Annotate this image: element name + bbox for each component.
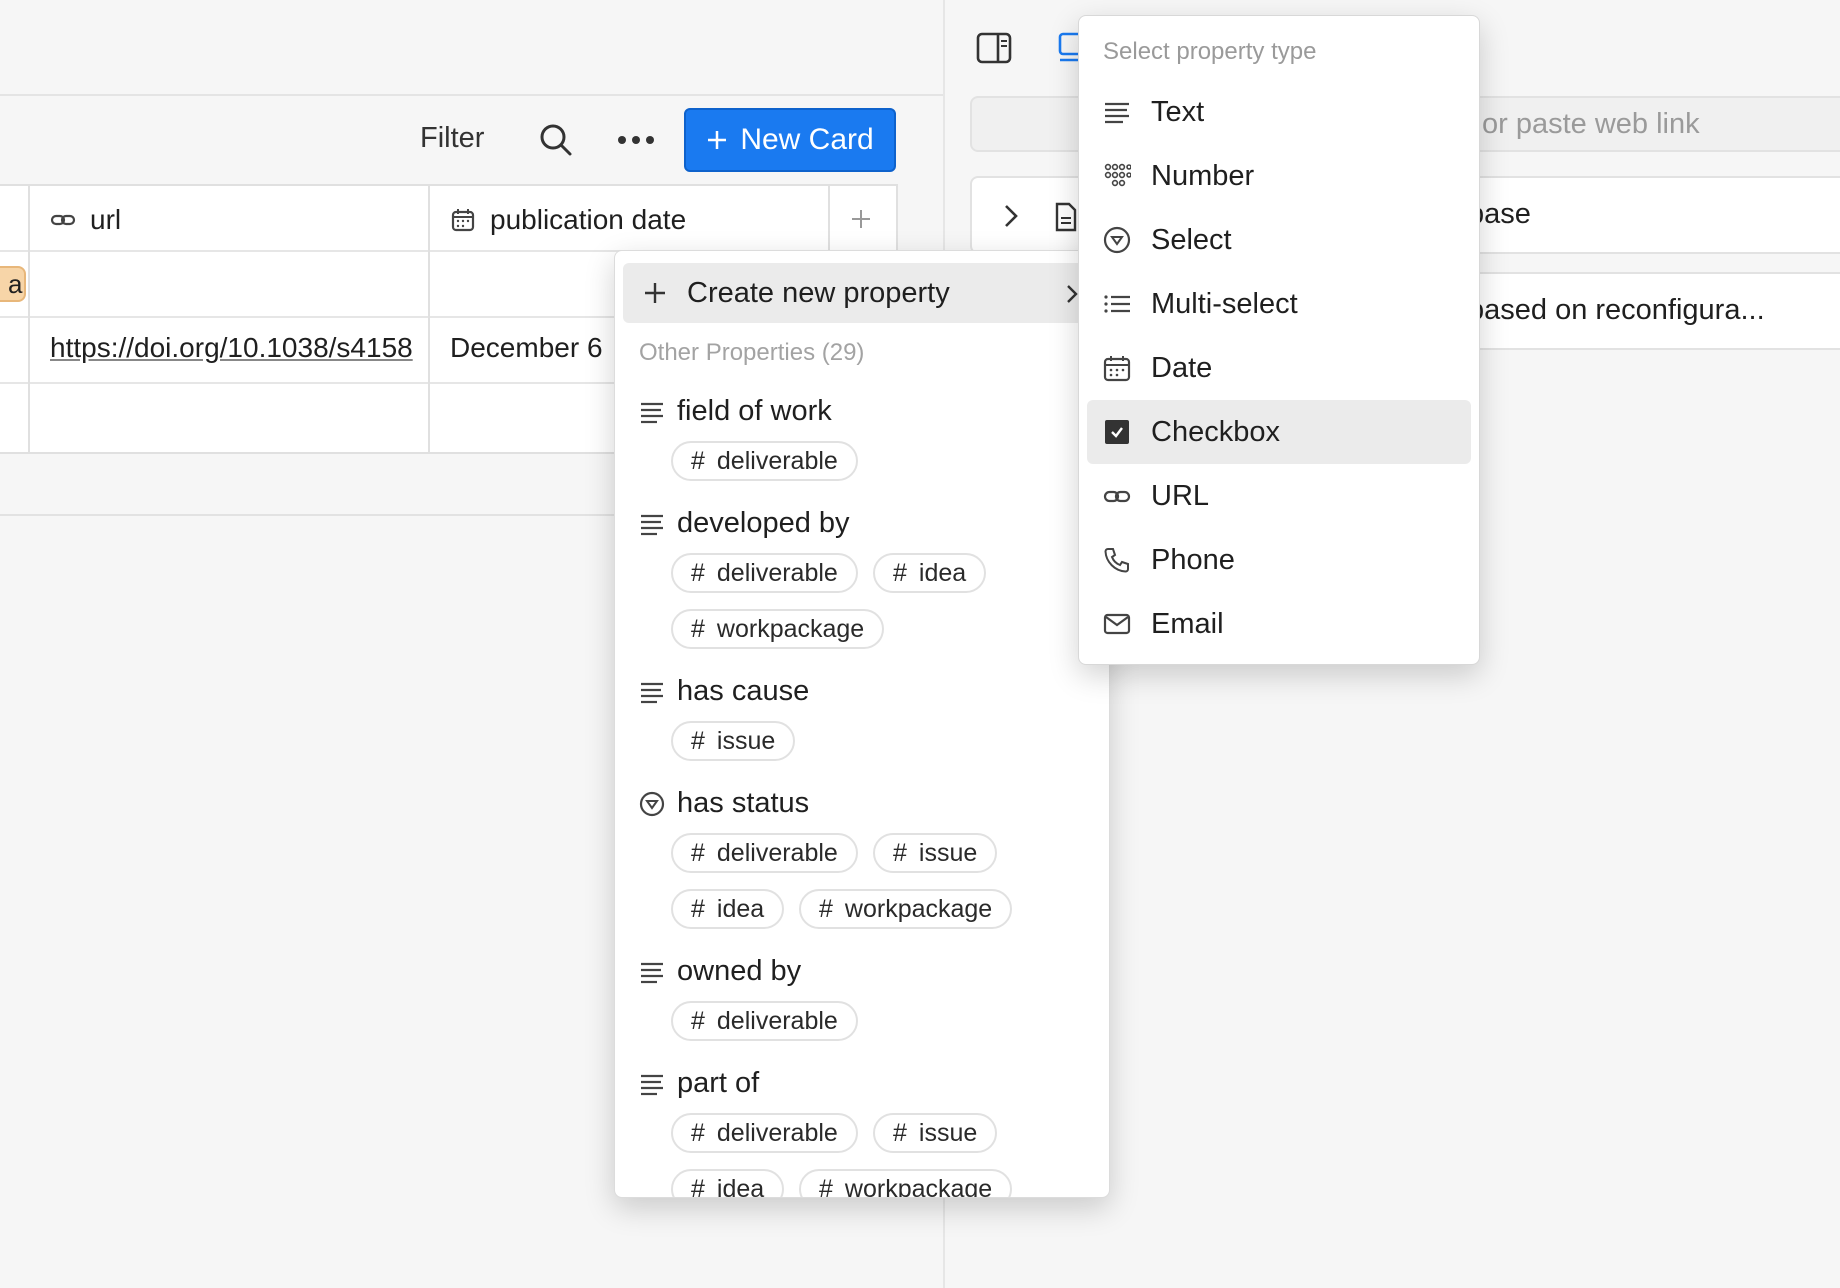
tag-chip[interactable]: # workpackage [799,1169,1013,1197]
select-icon [1103,226,1131,254]
text-icon [641,514,663,536]
property-name: owned by [677,955,802,987]
property-name: has cause [677,675,810,707]
select-icon [639,791,665,817]
tag-chip[interactable]: # deliverable [671,441,858,481]
other-properties-label: Other Properties (29) [639,339,865,366]
create-new-property-item[interactable]: Create new property [623,263,1101,323]
email-icon [1103,613,1131,635]
tag-chip[interactable]: # issue [671,721,796,761]
plus-icon [645,283,665,303]
type-item-select[interactable]: Select [1087,208,1471,272]
document-icon [1055,202,1077,232]
add-column-icon[interactable] [850,208,872,230]
text-icon [641,402,663,424]
tag-chip[interactable]: # idea [671,889,785,929]
link-icon [1103,490,1131,503]
type-item-label: Select [1151,223,1232,256]
tag-chip[interactable]: # issue [873,833,998,873]
type-item-label: Date [1151,351,1213,384]
date-cell[interactable]: December 6 [450,332,610,364]
toolbar-divider [0,94,944,96]
link-icon [50,214,76,226]
plus-icon [708,131,727,149]
url-cell[interactable]: https://doi.org/10.1038/s4158 [50,332,426,364]
property-name: has status [677,787,810,819]
number-icon [1104,163,1131,187]
type-item-label: Checkbox [1151,415,1280,448]
column-header-url[interactable]: url [50,204,121,236]
tag-chip[interactable]: # deliverable [671,833,858,873]
type-menu-header: Select property type [1103,38,1317,65]
tag-chip[interactable]: # deliverable [671,1001,858,1041]
tag-chip[interactable]: # deliverable [671,553,858,593]
type-item-label: Multi-select [1151,287,1298,320]
tag-chip[interactable]: # issue [873,1113,998,1153]
column-header-publication-date[interactable]: publication date [450,204,686,236]
text-icon [641,962,663,984]
right-row-2-text: based on reconfigura... [1468,294,1765,326]
phone-icon [1104,548,1129,573]
create-new-property-label: Create new property [687,276,950,309]
type-item-label: Text [1151,95,1205,128]
row-tag-label: ar [8,269,24,299]
text-icon [1105,102,1129,124]
multi-select-icon [1104,295,1130,313]
new-card-label: New Card [740,123,874,156]
text-icon [641,1074,663,1096]
property-name: developed by [677,507,850,539]
tag-chip[interactable]: # deliverable [671,1113,858,1153]
type-item-text[interactable]: Text [1087,80,1471,144]
type-item-number[interactable]: Number [1087,144,1471,208]
calendar-icon [1103,356,1131,382]
filter-button[interactable]: Filter [420,122,484,155]
search-icon[interactable] [538,122,574,158]
type-item-url[interactable]: URL [1087,464,1471,528]
layout-icon[interactable] [1058,32,1080,64]
chevron-right-icon[interactable] [1002,202,1020,230]
type-item-label: Email [1151,607,1224,640]
column-label-url: url [90,204,122,235]
more-icon[interactable] [616,128,656,152]
type-item-multi-select[interactable]: Multi-select [1087,272,1471,336]
row-tag[interactable]: ar [0,266,26,302]
tag-chip[interactable]: # workpackage [671,609,885,649]
link-input-placeholder: or paste web link [1482,108,1700,140]
type-item-checkbox[interactable]: Checkbox [1087,400,1471,464]
type-item-date[interactable]: Date [1087,336,1471,400]
tag-chip[interactable]: # workpackage [799,889,1013,929]
property-menu: Create new property Other Properties (29… [614,250,1110,1198]
type-item-phone[interactable]: Phone [1087,528,1471,592]
chevron-right-icon [1067,285,1078,303]
type-item-label: Phone [1151,543,1235,576]
text-icon [641,682,663,704]
type-item-label: Number [1151,159,1255,192]
tag-chip[interactable]: # idea [671,1169,785,1197]
checkbox-icon [1105,420,1129,444]
calendar-icon [451,209,475,232]
property-type-menu: Select property type Text Number Select … [1078,15,1480,665]
tag-chip[interactable]: # idea [873,553,987,593]
property-name: part of [677,1067,760,1099]
table-bottom-line [0,514,620,516]
sidebar-toggle-icon[interactable] [976,32,1012,64]
column-label-publication-date: publication date [490,204,687,235]
new-card-button[interactable]: New Card [684,108,896,172]
type-item-label: URL [1151,479,1210,512]
type-item-email[interactable]: Email [1087,592,1471,656]
property-name: field of work [677,395,832,427]
